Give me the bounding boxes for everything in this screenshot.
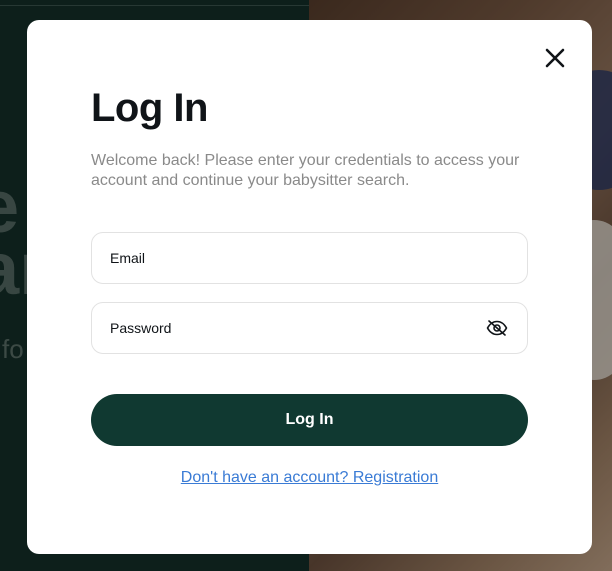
login-modal: Log In Welcome back! Please enter your c… — [27, 20, 592, 554]
close-icon — [545, 48, 565, 68]
close-button[interactable] — [540, 43, 570, 73]
eye-off-icon — [486, 320, 508, 336]
login-submit-button[interactable]: Log In — [91, 394, 528, 446]
password-visibility-toggle[interactable] — [486, 317, 508, 339]
modal-subtitle: Welcome back! Please enter your credenti… — [91, 152, 520, 189]
email-field[interactable] — [91, 232, 528, 284]
password-input[interactable] — [110, 303, 490, 353]
modal-title: Log In — [91, 86, 208, 130]
password-field[interactable] — [91, 302, 528, 354]
registration-link[interactable]: Don't have an account? Registration — [27, 468, 592, 488]
email-input[interactable] — [110, 233, 490, 283]
